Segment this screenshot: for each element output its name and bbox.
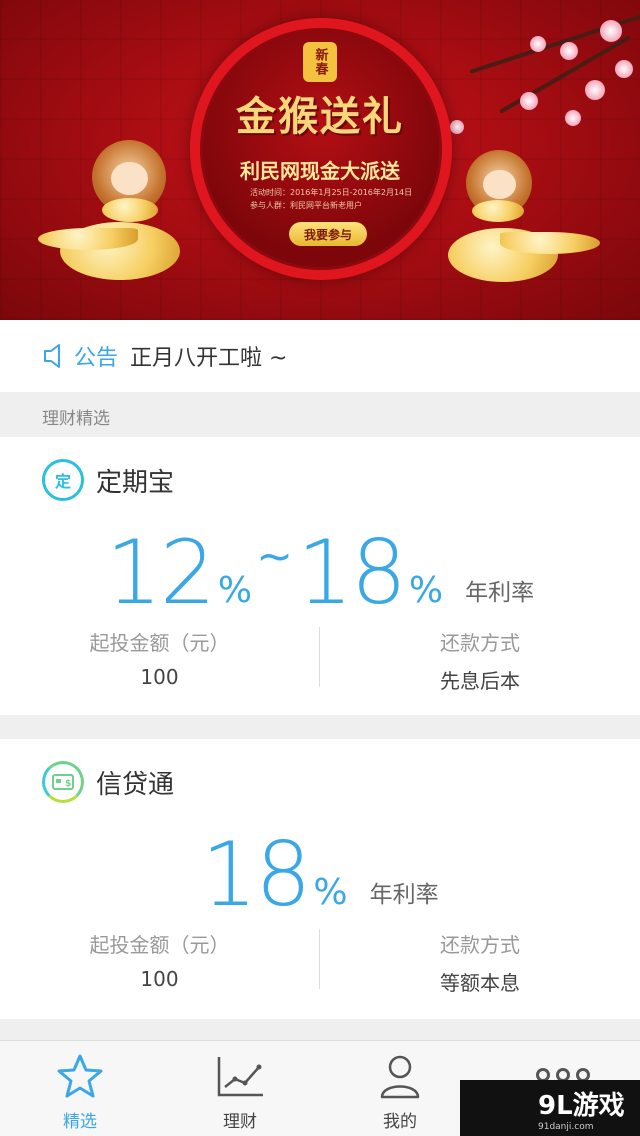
section-label: 理财精选 [42, 409, 110, 429]
user-icon [380, 1055, 420, 1099]
tab-mine[interactable]: 我的 [320, 1041, 480, 1136]
tab-label: 精选 [63, 1112, 97, 1132]
rate-percent: % [313, 872, 348, 913]
watermark-brand: 9L游戏 [538, 1090, 625, 1121]
product-card-xindaitong[interactable]: $ 信贷通 18 % 年利率 起投金额（元） 100 还款方式 等额本息 [0, 739, 640, 1019]
notice-label: 公告 [74, 346, 119, 371]
product-name: 信贷通 [96, 769, 175, 800]
min-invest: 起投金额（元） 100 [0, 627, 320, 689]
activity-time: 活动时间：2016年1月25日-2016年2月14日 [250, 188, 413, 197]
min-invest-value: 100 [140, 967, 179, 991]
blossom-flower [600, 20, 622, 42]
gold-ingot-held-left [102, 198, 158, 222]
tab-label: 我的 [383, 1112, 417, 1132]
watermark-site: 91danji.com [538, 1121, 594, 1132]
product-card-dingqibao[interactable]: 定 定期宝 12 % ~ 18 % 年利率 起投金额（元） 100 还款方式 先… [0, 437, 640, 715]
gold-ingot-left [38, 228, 138, 250]
repay-label: 还款方式 [440, 933, 520, 957]
tab-finance[interactable]: 理财 [160, 1041, 320, 1136]
banner-subtitle: 利民网现金大派送 [240, 159, 400, 183]
min-invest-value: 100 [140, 665, 179, 689]
rate-display: 18 % 年利率 [0, 819, 640, 919]
gold-ingot-right [500, 232, 600, 254]
blossom-flower [560, 42, 578, 60]
card-header: 定 定期宝 [42, 459, 174, 501]
rate-display: 12 % ~ 18 % 年利率 [0, 517, 640, 617]
tab-label: 理财 [223, 1112, 257, 1132]
rate-percent: % [217, 570, 253, 611]
product-name: 定期宝 [96, 467, 175, 498]
card-header: $ 信贷通 [42, 761, 174, 803]
repay-method: 还款方式 先息后本 [320, 627, 640, 693]
banner-seal: 新春 [303, 42, 337, 82]
product-meta: 起投金额（元） 100 还款方式 先息后本 [0, 627, 640, 693]
star-icon [57, 1054, 103, 1098]
repay-value: 等额本息 [440, 971, 520, 995]
repay-label: 还款方式 [440, 631, 520, 655]
watermark: 9L游戏 91danji.com [460, 1080, 640, 1136]
blossom-flower [530, 36, 546, 52]
min-invest-label: 起投金额（元） [89, 631, 230, 655]
participants: 参与人群：利民网平台新老用户 [250, 201, 362, 210]
rate-high: 18 [296, 521, 407, 624]
blossom-flower [585, 80, 605, 100]
ding-badge-char: 定 [54, 472, 71, 491]
product-meta: 起投金额（元） 100 还款方式 等额本息 [0, 929, 640, 995]
rate-unit: 年利率 [465, 580, 535, 606]
rate-percent: % [408, 570, 444, 611]
repay-value: 先息后本 [440, 669, 520, 693]
min-invest-label: 起投金额（元） [89, 933, 230, 957]
notice-text: 正月八开工啦 ~ [130, 346, 288, 371]
rate-value: 18 [201, 823, 311, 926]
svg-text:$: $ [65, 779, 71, 789]
blossom-flower [450, 120, 464, 134]
min-invest: 起投金额（元） 100 [0, 929, 320, 991]
rate-tilde: ~ [256, 531, 293, 582]
line-chart-icon [217, 1057, 263, 1097]
banner-title: 金猴送礼 [236, 93, 404, 140]
rate-unit: 年利率 [369, 882, 439, 908]
notice-bar[interactable]: 公告 正月八开工啦 ~ [0, 320, 640, 392]
rate-low: 12 [105, 521, 216, 624]
banner-info: 活动时间：2016年1月25日-2016年2月14日 参与人群：利民网平台新老用… [250, 186, 420, 212]
promo-banner[interactable]: 新春 金猴送礼 利民网现金大派送 活动时间：2016年1月25日-2016年2月… [0, 0, 640, 320]
tab-featured[interactable]: 精选 [0, 1041, 160, 1136]
blossom-flower [615, 60, 633, 78]
cash-card-icon: $ [42, 761, 84, 803]
repay-method: 还款方式 等额本息 [320, 929, 640, 995]
blossom-flower [565, 110, 581, 126]
ding-badge-icon: 定 [42, 459, 84, 501]
gold-ingot-held-right [472, 200, 524, 222]
blossom-flower [520, 92, 538, 110]
join-button[interactable]: 我要参与 [289, 222, 367, 246]
speaker-icon [44, 344, 60, 368]
